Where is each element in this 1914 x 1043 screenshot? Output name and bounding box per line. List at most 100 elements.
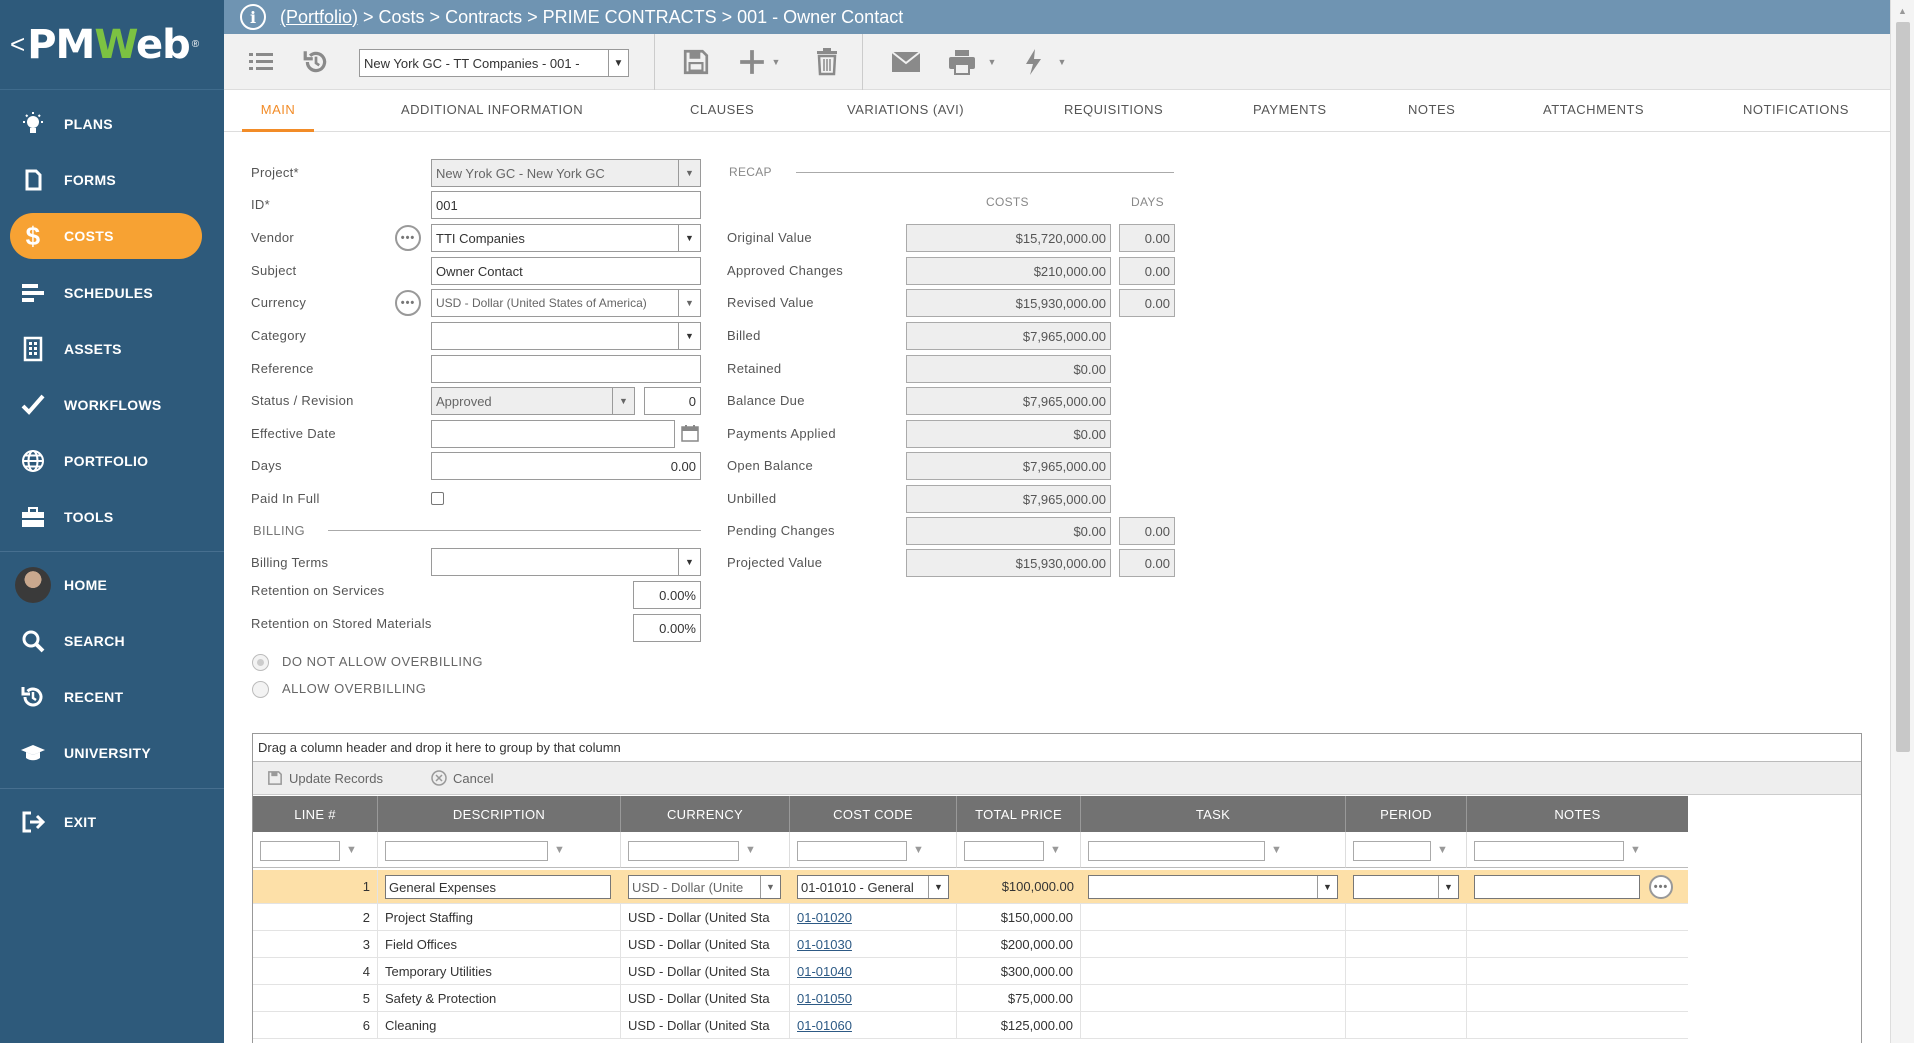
filter-icon[interactable]: ▼ xyxy=(1630,844,1646,856)
pmweb-logo[interactable]: < PMWeb ® xyxy=(0,0,224,90)
tab-notes[interactable]: NOTES xyxy=(1408,90,1455,132)
column-header-description[interactable]: DESCRIPTION xyxy=(378,796,621,832)
scroll-up-icon[interactable]: ▲ xyxy=(1898,6,1907,16)
currency-select[interactable]: USD - Dollar (United States of America) ▼ xyxy=(431,289,701,317)
record-select[interactable]: New York GC - TT Companies - 001 - ▼ xyxy=(359,49,629,77)
subject-field[interactable]: Owner Contact xyxy=(431,257,701,285)
filter-input[interactable] xyxy=(1353,841,1431,861)
cost-code-link[interactable]: 01-01050 xyxy=(797,991,852,1006)
nav-plans[interactable]: PLANS xyxy=(10,101,202,147)
filter-icon[interactable]: ▼ xyxy=(1050,844,1066,856)
currency-select[interactable]: USD - Dollar (Unite ▼ xyxy=(628,875,781,899)
nav-university[interactable]: UNIVERSITY xyxy=(10,730,202,776)
category-select[interactable]: ▼ xyxy=(431,322,701,350)
cost-code-link[interactable]: 01-01060 xyxy=(797,1018,852,1033)
add-icon[interactable] xyxy=(737,46,767,78)
nav-portfolio[interactable]: PORTFOLIO xyxy=(10,438,202,484)
history-icon[interactable] xyxy=(301,46,331,78)
page-scrollbar[interactable]: ▲ xyxy=(1890,0,1914,1043)
tab-payments[interactable]: PAYMENTS xyxy=(1253,90,1327,132)
tab-main[interactable]: MAIN xyxy=(242,90,314,132)
nav-forms[interactable]: FORMS xyxy=(10,157,202,203)
table-row[interactable]: 3 Field Offices USD - Dollar (United Sta… xyxy=(253,931,1688,958)
filter-icon[interactable]: ▼ xyxy=(1271,844,1287,856)
breadcrumb-portfolio-link[interactable]: (Portfolio) xyxy=(280,7,358,28)
tab-notifications[interactable]: NOTIFICATIONS xyxy=(1743,90,1849,132)
table-row[interactable]: 2 Project Staffing USD - Dollar (United … xyxy=(253,904,1688,931)
calendar-icon[interactable] xyxy=(681,424,699,445)
paid-in-full-checkbox[interactable] xyxy=(431,492,444,505)
table-row[interactable]: 6 Cleaning USD - Dollar (United Sta 01-0… xyxy=(253,1012,1688,1039)
info-icon[interactable]: i xyxy=(240,4,266,30)
cancel-button[interactable]: Cancel xyxy=(431,770,493,786)
column-header-period[interactable]: PERIOD xyxy=(1346,796,1467,832)
days-field[interactable]: 0.00 xyxy=(431,452,701,480)
table-row[interactable]: 4 Temporary Utilities USD - Dollar (Unit… xyxy=(253,958,1688,985)
filter-icon[interactable]: ▼ xyxy=(346,844,362,856)
column-header-currency[interactable]: CURRENCY xyxy=(621,796,790,832)
reference-field[interactable] xyxy=(431,355,701,383)
id-field[interactable]: 001 xyxy=(431,191,701,219)
update-records-button[interactable]: Update Records xyxy=(267,770,383,786)
tab-additional-information[interactable]: ADDITIONAL INFORMATION xyxy=(401,90,583,132)
cost-code-link[interactable]: 01-01030 xyxy=(797,937,852,952)
effective-date-field[interactable] xyxy=(431,420,675,448)
filter-input[interactable] xyxy=(964,841,1044,861)
column-header-total-price[interactable]: TOTAL PRICE xyxy=(957,796,1081,832)
column-header-task[interactable]: TASK xyxy=(1081,796,1346,832)
allow-overbilling-radio[interactable] xyxy=(252,681,269,698)
period-select[interactable]: ▼ xyxy=(1353,875,1459,899)
table-row-editing[interactable]: 1 General Expenses USD - Dollar (Unite ▼ … xyxy=(253,870,1688,904)
notes-input[interactable] xyxy=(1474,875,1640,899)
filter-input[interactable] xyxy=(385,841,548,861)
trash-icon[interactable] xyxy=(812,46,842,78)
nav-assets[interactable]: ASSETS xyxy=(10,326,202,372)
cost-code-select[interactable]: 01-01010 - General ▼ xyxy=(797,875,949,899)
cost-code-link[interactable]: 01-01020 xyxy=(797,910,852,925)
filter-input[interactable] xyxy=(260,841,340,861)
tab-attachments[interactable]: ATTACHMENTS xyxy=(1543,90,1644,132)
scrollbar-thumb[interactable] xyxy=(1896,22,1910,752)
tab-requisitions[interactable]: REQUISITIONS xyxy=(1064,90,1163,132)
notes-more-icon[interactable]: ••• xyxy=(1649,875,1673,899)
no-overbilling-radio[interactable] xyxy=(252,654,269,671)
filter-input[interactable] xyxy=(797,841,907,861)
table-row[interactable]: 5 Safety & Protection USD - Dollar (Unit… xyxy=(253,985,1688,1012)
column-header-cost-code[interactable]: COST CODE xyxy=(790,796,957,832)
description-input[interactable]: General Expenses xyxy=(385,875,611,899)
filter-input[interactable] xyxy=(1088,841,1265,861)
chevron-down-icon[interactable]: ▼ xyxy=(986,46,998,78)
nav-home[interactable]: HOME xyxy=(10,562,202,608)
filter-icon[interactable]: ▼ xyxy=(913,844,929,856)
tab-clauses[interactable]: CLAUSES xyxy=(690,90,754,132)
status-select[interactable]: Approved ▼ xyxy=(431,387,635,415)
task-select[interactable]: ▼ xyxy=(1088,875,1338,899)
filter-icon[interactable]: ▼ xyxy=(554,844,570,856)
email-icon[interactable] xyxy=(890,46,922,78)
column-header-notes[interactable]: NOTES xyxy=(1467,796,1688,832)
column-header-line[interactable]: LINE # xyxy=(253,796,378,832)
nav-schedules[interactable]: SCHEDULES xyxy=(10,270,202,316)
retention-stored-field[interactable]: 0.00% xyxy=(633,614,701,642)
filter-icon[interactable]: ▼ xyxy=(745,844,761,856)
print-icon[interactable] xyxy=(946,46,978,78)
tab-variations[interactable]: VARIATIONS (AVI) xyxy=(847,90,964,132)
filter-input[interactable] xyxy=(1474,841,1624,861)
nav-recent[interactable]: RECENT xyxy=(10,674,202,720)
revision-field[interactable]: 0 xyxy=(644,387,701,415)
group-by-drop-area[interactable]: Drag a column header and drop it here to… xyxy=(253,734,1861,762)
list-icon[interactable] xyxy=(246,46,276,78)
vendor-select[interactable]: TTI Companies ▼ xyxy=(431,224,701,252)
nav-costs[interactable]: $ COSTS xyxy=(10,213,202,259)
cost-code-link[interactable]: 01-01040 xyxy=(797,964,852,979)
vendor-more-icon[interactable]: ••• xyxy=(395,225,421,251)
save-icon[interactable] xyxy=(681,46,711,78)
chevron-down-icon[interactable]: ▼ xyxy=(770,46,782,78)
currency-more-icon[interactable]: ••• xyxy=(395,290,421,316)
nav-tools[interactable]: TOOLS xyxy=(10,494,202,540)
filter-icon[interactable]: ▼ xyxy=(1437,844,1453,856)
back-chevron-icon[interactable]: < xyxy=(10,29,25,60)
chevron-down-icon[interactable]: ▼ xyxy=(1056,46,1068,78)
filter-input[interactable] xyxy=(628,841,739,861)
project-select[interactable]: New Yrok GC - New York GC ▼ xyxy=(431,159,701,187)
